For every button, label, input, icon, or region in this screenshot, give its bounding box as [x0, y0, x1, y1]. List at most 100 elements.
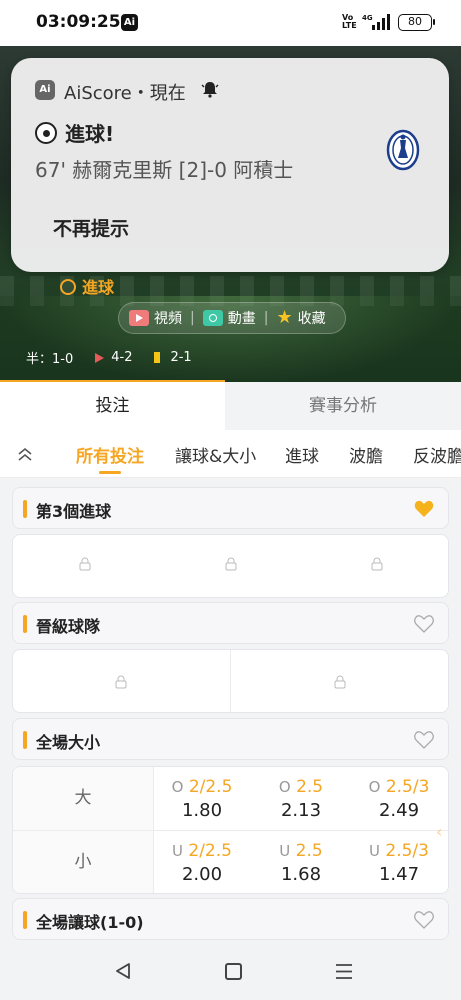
animation-button[interactable]: 動畫 [202, 308, 256, 328]
line-value: 2/2.5 [188, 841, 232, 861]
odds-value: 2.00 [181, 864, 223, 885]
line-value: 2.5 [296, 777, 324, 797]
section-accent-bar [23, 911, 27, 929]
notification-body: 67' 赫爾克里斯 [2]-0 阿積士 [35, 158, 294, 182]
animation-label: 動畫 [227, 311, 256, 327]
odds-cell[interactable]: O 2/2.5 1.80 [154, 767, 250, 830]
collapse-icon[interactable] [16, 445, 34, 463]
odds-cell[interactable]: O 2.5 2.13 [253, 767, 349, 830]
section-title: 全場大小 [36, 733, 101, 752]
volte-indicator: Vo LTE [342, 14, 357, 30]
battery-icon: 80 [398, 14, 435, 31]
section-total-ou[interactable]: 全場大小 [12, 718, 449, 760]
favorite-button[interactable]: ★ 收藏 [276, 308, 325, 328]
third-goal-odds [12, 534, 449, 598]
divider [230, 650, 231, 712]
media-separator: | [190, 310, 195, 326]
scroll-hint-icon: ‹ [436, 822, 443, 841]
line-value: 2.5/3 [385, 777, 430, 797]
aiscore-badge-icon: Ai [121, 14, 138, 31]
total-ou-odds: 大 O 2/2.5 1.80 O 2.5 2.13 O 2.5/3 2.49 小… [12, 766, 449, 894]
bell-icon [201, 82, 219, 98]
heart-icon[interactable] [414, 500, 434, 518]
filter-goals[interactable]: 進球 [285, 442, 319, 467]
side-label: U [369, 842, 380, 860]
side-label: U [279, 842, 291, 860]
notification-title-text: 進球! [65, 122, 115, 146]
line-value: 2.5 [295, 841, 323, 861]
heart-icon[interactable] [414, 911, 434, 929]
lock-icon [371, 557, 383, 571]
home-icon[interactable] [225, 963, 242, 980]
back-icon[interactable] [114, 962, 132, 980]
corners-count: 4-2 [111, 350, 133, 365]
section-advance[interactable]: 晉級球隊 [12, 602, 449, 644]
volte-bottom: LTE [342, 21, 357, 30]
dismiss-notification-button[interactable]: 不再提示 [53, 214, 129, 241]
active-filter-underline [99, 471, 121, 474]
odds-value: 2.13 [280, 800, 322, 821]
line-value: 2/2.5 [188, 777, 233, 797]
video-button[interactable]: 視頻 [129, 308, 182, 328]
halftime-score: 半：1-0 [26, 352, 74, 367]
animation-icon [202, 310, 223, 326]
odds-line: O 2.5 [253, 777, 349, 797]
media-bar: 視頻 | 動畫 | ★ 收藏 [118, 302, 346, 334]
odds-cell[interactable]: O 2.5/3 2.49 [351, 767, 447, 830]
team-crest-icon [386, 129, 420, 171]
lock-icon [115, 675, 127, 689]
corner-flag-icon [95, 352, 105, 363]
menu-icon[interactable] [335, 963, 353, 980]
odds-line: U 2.5/3 [351, 841, 447, 861]
filter-all-bets[interactable]: 所有投注 [76, 442, 144, 467]
odds-cell[interactable]: U 2.5 1.68 [253, 831, 349, 893]
divider [153, 767, 154, 893]
odds-value: 1.68 [280, 864, 322, 885]
odds-cell[interactable]: U 2.5/3 1.47 [351, 831, 447, 893]
odds-line: O 2/2.5 [154, 777, 250, 797]
star-icon: ★ [276, 307, 293, 328]
odds-cell[interactable]: U 2/2.5 2.00 [154, 831, 250, 893]
soccer-ball-icon [35, 122, 57, 144]
main-tabs: 投注 賽事分析 [0, 382, 461, 430]
over-label: 大 [13, 767, 153, 830]
notification-app-name: AiScore・現在 [64, 83, 186, 104]
over-row: 大 O 2/2.5 1.80 O 2.5 2.13 O 2.5/3 2.49 [13, 767, 448, 830]
goal-tag: 進球 [60, 274, 114, 298]
odds-value: 1.80 [181, 800, 223, 821]
section-handicap[interactable]: 全場讓球(1-0) [12, 898, 449, 940]
heart-icon[interactable] [414, 615, 434, 633]
section-title: 第3個進球 [36, 502, 112, 521]
yellow-cards-count: 2-1 [170, 350, 192, 365]
side-label: O [278, 778, 291, 796]
section-accent-bar [23, 731, 27, 749]
bet-filters: 所有投注 讓球&大小 進球 波膽 反波膽 [0, 430, 461, 478]
lock-icon [225, 557, 237, 571]
notification-title: 進球! [35, 118, 114, 147]
video-icon [129, 310, 149, 326]
status-time: 03:09:25 [36, 12, 121, 32]
section-accent-bar [23, 615, 27, 633]
odds-line: O 2.5/3 [351, 777, 447, 797]
lock-icon [79, 557, 91, 571]
line-value: 2.5/3 [385, 841, 429, 861]
aiscore-app-icon: Ai [35, 80, 55, 100]
tab-betting[interactable]: 投注 [0, 382, 225, 430]
match-stats: 半：1-0 4-2 2-1 [26, 348, 192, 367]
favorite-label: 收藏 [297, 311, 326, 327]
goal-notification[interactable]: Ai AiScore・現在 進球! 67' 赫爾克里斯 [2]-0 阿積士 不再… [11, 58, 449, 272]
heart-icon[interactable] [414, 731, 434, 749]
section-third-goal[interactable]: 第3個進球 [12, 487, 449, 529]
odds-value: 1.47 [378, 864, 420, 885]
signal-icon: 4G [362, 14, 390, 30]
tab-analysis[interactable]: 賽事分析 [225, 382, 461, 430]
filter-correct-score[interactable]: 波膽 [349, 442, 383, 467]
filter-handicap-ou[interactable]: 讓球&大小 [175, 442, 256, 467]
side-label: U [172, 842, 183, 860]
odds-line: U 2.5 [253, 841, 349, 861]
status-bar: 03:09:25 Ai Vo LTE 4G 80 [0, 0, 461, 46]
filter-anti-correct-score[interactable]: 反波膽 [413, 442, 461, 467]
side-label: O [368, 778, 381, 796]
odds-value: 2.49 [378, 800, 420, 821]
video-label: 視頻 [154, 311, 182, 327]
